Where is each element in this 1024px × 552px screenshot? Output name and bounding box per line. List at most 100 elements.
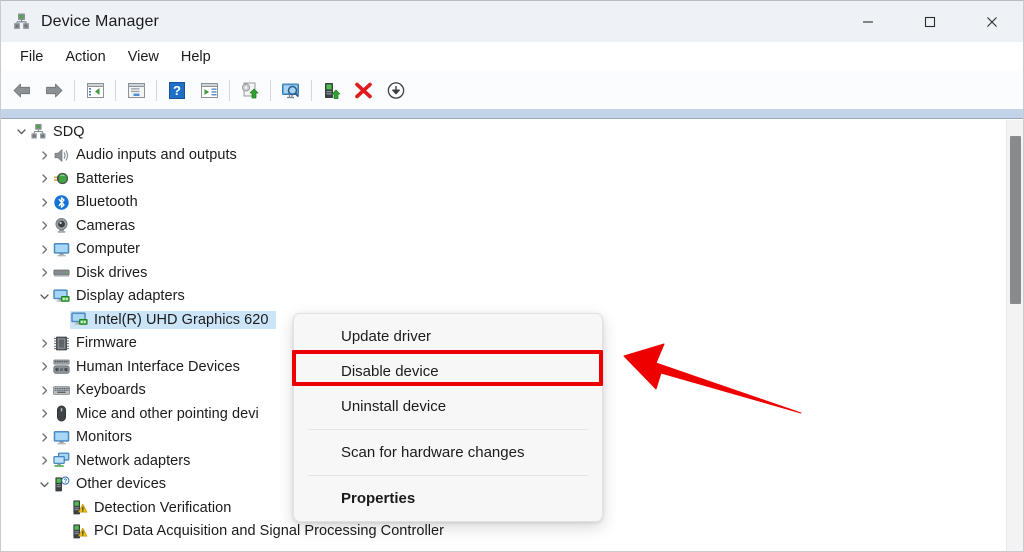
tree-row-label: Firmware — [76, 335, 137, 352]
uninstall-device-icon[interactable] — [348, 75, 380, 105]
warning-device-icon — [70, 499, 88, 517]
mouse-icon — [52, 405, 70, 423]
tree-row-label: PCI Data Acquisition and Signal Processi… — [94, 523, 445, 540]
chevron-right-icon[interactable] — [36, 171, 52, 187]
tree-row-label: Batteries — [76, 170, 134, 187]
window-title: Device Manager — [41, 12, 159, 30]
chevron-down-icon[interactable] — [36, 288, 52, 304]
scrollbar-thumb[interactable] — [1010, 136, 1021, 304]
keyboard-icon — [52, 381, 70, 399]
tree-row-label: Audio inputs and outputs — [76, 147, 237, 164]
tree-row-label: Disk drives — [76, 264, 148, 281]
chevron-down-icon[interactable] — [36, 476, 52, 492]
disable-device-icon[interactable] — [380, 75, 412, 105]
close-button[interactable] — [961, 1, 1023, 42]
chevron-right-icon[interactable] — [36, 194, 52, 210]
tree-row-label: Detection Verification — [94, 499, 232, 516]
toolbar-separator — [115, 79, 116, 101]
tree-row-label: Bluetooth — [76, 194, 138, 211]
context-menu-item-properties[interactable]: Properties — [294, 481, 602, 516]
unknown-device-icon: ? — [52, 475, 70, 493]
title-bar-left: Device Manager — [1, 1, 837, 42]
show-hide-console-tree-icon[interactable] — [79, 75, 111, 105]
toolbar-separator — [74, 79, 75, 101]
tree-row-label: Mice and other pointing devi — [76, 405, 259, 422]
chevron-right-icon[interactable] — [36, 429, 52, 445]
context-menu-item-uninstall-device[interactable]: Uninstall device — [294, 389, 602, 424]
tree-row[interactable]: Batteries — [2, 167, 1023, 191]
minimize-button[interactable] — [837, 1, 899, 42]
speaker-icon — [52, 146, 70, 164]
display-adapter-icon — [70, 311, 88, 329]
chevron-right-icon[interactable] — [36, 241, 52, 257]
update-driver-icon[interactable] — [234, 75, 266, 105]
vertical-scrollbar[interactable] — [1006, 120, 1023, 551]
chevron-right-icon[interactable] — [36, 335, 52, 351]
context-menu-separator — [308, 429, 588, 430]
tree-row[interactable]: Audio inputs and outputs — [2, 144, 1023, 168]
tree-row[interactable]: SDQ — [2, 120, 1023, 144]
tree-row[interactable]: Bluetooth — [2, 191, 1023, 215]
monitor-icon — [52, 428, 70, 446]
tree-row-label: SDQ — [53, 123, 85, 140]
maximize-button[interactable] — [899, 1, 961, 42]
toolbar: ? — [1, 71, 1023, 109]
tree-row[interactable]: PCI Data Acquisition and Signal Processi… — [2, 520, 1023, 544]
properties-icon[interactable] — [120, 75, 152, 105]
view-devices-icon[interactable] — [193, 75, 225, 105]
tree-row-label: Human Interface Devices — [76, 358, 240, 375]
chevron-right-icon[interactable] — [36, 147, 52, 163]
chevron-right-icon[interactable] — [36, 265, 52, 281]
context-menu-item-scan-for-hardware-changes[interactable]: Scan for hardware changes — [294, 435, 602, 470]
device-manager-icon — [12, 12, 31, 31]
menu-item-view[interactable]: View — [117, 46, 170, 68]
bluetooth-icon — [52, 193, 70, 211]
tree-row-label: Intel(R) UHD Graphics 620 — [94, 311, 269, 328]
computer-root-icon — [29, 123, 47, 141]
tree-row[interactable]: Computer — [2, 238, 1023, 262]
chevron-right-icon[interactable] — [36, 382, 52, 398]
chevron-right-icon[interactable] — [36, 453, 52, 469]
chevron-down-icon[interactable] — [13, 124, 29, 140]
device-manager-window: Device Manager File Action View Help ? S… — [0, 0, 1024, 552]
menu-item-file[interactable]: File — [9, 46, 54, 68]
svg-text:?: ? — [173, 83, 181, 98]
content-top-strip — [1, 109, 1023, 119]
back-arrow-icon[interactable] — [6, 75, 38, 105]
context-menu-item-disable-device[interactable]: Disable device — [294, 354, 602, 389]
window-controls — [837, 1, 1023, 42]
chevron-right-icon[interactable] — [36, 218, 52, 234]
context-menu-separator — [308, 475, 588, 476]
toolbar-separator — [229, 79, 230, 101]
hid-icon — [52, 358, 70, 376]
forward-arrow-icon[interactable] — [38, 75, 70, 105]
toolbar-separator — [270, 79, 271, 101]
help-icon[interactable]: ? — [161, 75, 193, 105]
battery-icon — [52, 170, 70, 188]
menu-item-action[interactable]: Action — [54, 46, 116, 68]
selection-highlight: Intel(R) UHD Graphics 620 — [70, 310, 276, 329]
network-adapter-icon — [52, 452, 70, 470]
warning-device-icon — [70, 522, 88, 540]
scan-hardware-changes-icon[interactable] — [275, 75, 307, 105]
context-menu-item-update-driver[interactable]: Update driver — [294, 319, 602, 354]
tree-row[interactable]: Display adapters — [2, 285, 1023, 309]
tree-row-label: Display adapters — [76, 288, 185, 305]
tree-row[interactable]: Cameras — [2, 214, 1023, 238]
svg-text:?: ? — [63, 479, 67, 485]
toolbar-separator — [311, 79, 312, 101]
menu-item-help[interactable]: Help — [170, 46, 222, 68]
enable-device-icon[interactable] — [316, 75, 348, 105]
tree-row-label: Other devices — [76, 476, 167, 493]
tree-row[interactable]: Disk drives — [2, 261, 1023, 285]
tree-row-label: Cameras — [76, 217, 136, 234]
toolbar-separator — [156, 79, 157, 101]
tree-row-label: Keyboards — [76, 382, 146, 399]
chevron-right-icon[interactable] — [36, 359, 52, 375]
context-menu: Update driver Disable device Uninstall d… — [293, 313, 603, 522]
chevron-right-icon[interactable] — [36, 406, 52, 422]
display-adapter-icon — [52, 287, 70, 305]
tree-row-label: Network adapters — [76, 452, 191, 469]
title-bar: Device Manager — [1, 1, 1023, 42]
tree-row-label: Monitors — [76, 429, 132, 446]
